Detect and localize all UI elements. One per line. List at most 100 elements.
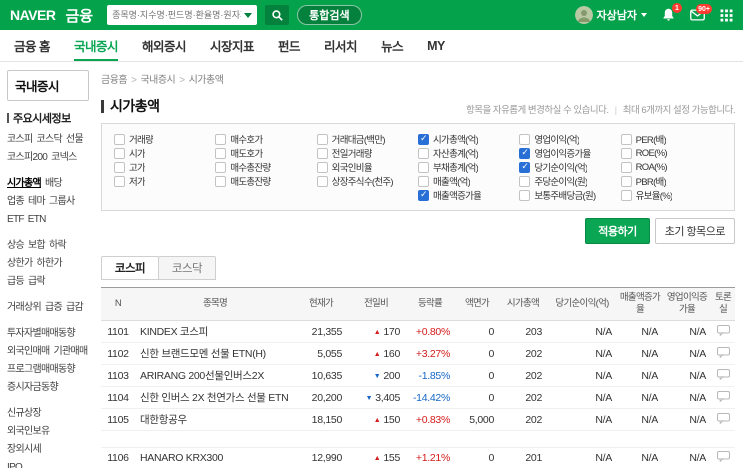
breadcrumb-item-1[interactable]: 금융홈 — [101, 75, 128, 86]
option-checkbox-row[interactable]: 영업이익증가율 — [519, 146, 620, 160]
discussion-icon[interactable] — [716, 390, 730, 402]
sidebar-item[interactable]: 코스닥 — [37, 134, 63, 145]
sidebar-item[interactable]: 신규상장 — [7, 408, 42, 419]
stock-name-link[interactable]: HANARO KRX300 — [135, 447, 295, 468]
sidebar-item[interactable]: 업종 — [7, 196, 25, 207]
option-label: 주당순이익(원) — [534, 177, 588, 188]
sidebar-item[interactable]: 프로그램매매동향 — [7, 364, 76, 375]
notifications-button[interactable]: 1 — [662, 3, 682, 22]
sidebar-item[interactable]: 투자자별매매동향 — [7, 328, 76, 339]
stock-name-link[interactable]: KINDEX 코스피 — [135, 320, 295, 343]
option-label: 부채총계(억) — [432, 163, 479, 174]
option-checkbox-row[interactable]: ROE(%) — [620, 146, 722, 160]
stock-name-link[interactable]: 신한 인버스 2X 천연가스 선물 ETN — [135, 386, 295, 409]
notice-text-2: 최대 6개까지 설정 가능합니다. — [622, 105, 736, 116]
nav-item-1[interactable]: 금융 홈 — [14, 30, 50, 61]
mail-button[interactable]: 90+ — [690, 4, 712, 21]
sidebar-item[interactable]: 보합 — [28, 240, 46, 251]
nav-item-2[interactable]: 국내증시 — [73, 30, 119, 61]
sidebar-item[interactable]: 선물 — [66, 134, 84, 145]
discussion-icon[interactable] — [716, 451, 730, 463]
option-checkbox-row[interactable]: 매출액(억) — [417, 174, 519, 188]
reset-button[interactable]: 초기 항목으로 — [654, 218, 735, 244]
option-checkbox-row[interactable]: 매도총잔량 — [215, 174, 316, 188]
sidebar-item[interactable]: 외국인보유 — [7, 426, 50, 437]
sidebar-item[interactable]: IPO — [7, 462, 23, 468]
option-checkbox-row[interactable]: 매도호가 — [215, 146, 316, 160]
discussion-icon[interactable] — [716, 368, 730, 380]
apply-button[interactable]: 적용하기 — [585, 218, 650, 244]
sidebar-item[interactable]: 하락 — [49, 240, 67, 251]
sidebar-item[interactable]: 외국인매매 — [7, 346, 50, 357]
option-checkbox-row[interactable]: ROA(%) — [620, 160, 722, 174]
naver-logo[interactable]: NAVER — [10, 7, 56, 23]
sidebar-item[interactable]: 상승 — [7, 240, 25, 251]
stock-name-link[interactable]: 신한 브랜드모멘 선물 ETN(H) — [135, 342, 295, 365]
breadcrumb-item-2[interactable]: 국내증시 — [140, 75, 175, 86]
option-checkbox-row[interactable]: 유보율(%) — [620, 188, 722, 202]
nav-item-8[interactable]: MY — [427, 30, 445, 61]
sidebar-item[interactable]: 코스피200 — [7, 152, 48, 163]
sidebar-item[interactable]: 장외시세 — [7, 444, 42, 455]
sidebar-item[interactable]: 급감 — [66, 302, 84, 313]
sidebar-item[interactable]: 배당 — [45, 178, 63, 189]
option-checkbox-row[interactable]: 자산총계(억) — [417, 146, 519, 160]
sidebar-item[interactable]: 시가총액 — [7, 178, 42, 189]
nav-item-5[interactable]: 펀드 — [278, 30, 301, 61]
option-checkbox-row[interactable]: 매출액증가율 — [417, 188, 519, 202]
option-checkbox-row[interactable]: PER(배) — [620, 132, 722, 146]
option-checkbox-row[interactable]: 매수총잔량 — [215, 160, 316, 174]
sidebar-item[interactable]: ETN — [28, 214, 47, 225]
option-checkbox-row[interactable]: 거래량 — [114, 132, 215, 146]
sidebar-item[interactable]: 급등 — [7, 276, 25, 287]
option-checkbox-row[interactable]: 시가 — [114, 146, 215, 160]
nav-item-3[interactable]: 해외증시 — [142, 30, 187, 61]
option-checkbox-row[interactable]: 주당순이익(원) — [519, 174, 620, 188]
search-dropdown-caret-icon[interactable] — [244, 12, 253, 18]
stock-name-link[interactable]: 대한항공우 — [135, 408, 295, 431]
discussion-icon[interactable] — [716, 346, 730, 358]
option-checkbox-row[interactable]: 거래대금(백만) — [316, 132, 418, 146]
sidebar-item[interactable]: 기관매매 — [54, 346, 89, 357]
sidebar-item[interactable]: ETF — [7, 214, 24, 225]
option-checkbox-row[interactable]: 외국인비율 — [316, 160, 418, 174]
option-checkbox-row[interactable]: 부채총계(억) — [417, 160, 519, 174]
option-checkbox-row[interactable]: 시가총액(억) — [417, 132, 519, 146]
option-checkbox-row[interactable]: 전일거래량 — [316, 146, 418, 160]
sidebar-item[interactable]: 코넥스 — [51, 152, 77, 163]
sidebar-item[interactable]: 급증 — [45, 302, 63, 313]
sidebar-item[interactable]: 그룹사 — [49, 196, 75, 207]
option-checkbox-row[interactable]: 당기순이익(억) — [519, 160, 620, 174]
nav-item-4[interactable]: 시장지표 — [210, 30, 255, 61]
unified-search-button[interactable]: 통합검색 — [297, 5, 362, 25]
sidebar-item[interactable]: 테마 — [28, 196, 46, 207]
apps-menu-button[interactable] — [720, 9, 733, 22]
discussion-icon[interactable] — [716, 412, 730, 424]
option-checkbox-row[interactable]: 저가 — [114, 174, 215, 188]
search-button[interactable] — [265, 5, 290, 25]
cell-change: ▲ 155 — [347, 447, 405, 468]
option-checkbox-row[interactable]: 매수호가 — [215, 132, 316, 146]
sidebar-item[interactable]: 코스피 — [7, 134, 33, 145]
option-checkbox-row[interactable]: PBR(배) — [620, 174, 722, 188]
sidebar-item[interactable]: 하한가 — [37, 258, 63, 269]
nav-item-7[interactable]: 뉴스 — [381, 30, 404, 61]
sidebar-item[interactable]: 급락 — [28, 276, 46, 287]
finance-home-link[interactable]: 금융 — [65, 5, 93, 26]
discussion-icon[interactable] — [716, 324, 730, 336]
option-checkbox-row[interactable]: 보통주배당금(원) — [519, 188, 620, 202]
option-checkbox-row[interactable]: 고가 — [114, 160, 215, 174]
sidebar-item[interactable]: 증시자금동향 — [7, 382, 59, 393]
option-checkbox-row[interactable]: 상장주식수(천주) — [316, 174, 418, 188]
option-checkbox-row[interactable]: 영업이익(억) — [519, 132, 620, 146]
table-body: 1101 KINDEX 코스피 21,355 ▲ 170 +0.80% 0 203 N/A N/A… — [101, 320, 735, 468]
tab-2[interactable]: 코스닥 — [158, 256, 216, 280]
breadcrumb-item-3[interactable]: 시가총액 — [189, 75, 224, 86]
nav-item-6[interactable]: 리서치 — [324, 30, 358, 61]
sidebar-item[interactable]: 상한가 — [7, 258, 33, 269]
sidebar-item[interactable]: 거래상위 — [7, 302, 42, 313]
tab-1[interactable]: 코스피 — [101, 256, 159, 280]
user-menu[interactable]: 자상남자 — [574, 6, 647, 24]
stock-name-link[interactable]: ARIRANG 200선물인버스2X — [135, 364, 295, 387]
stock-search-input[interactable] — [112, 10, 242, 20]
